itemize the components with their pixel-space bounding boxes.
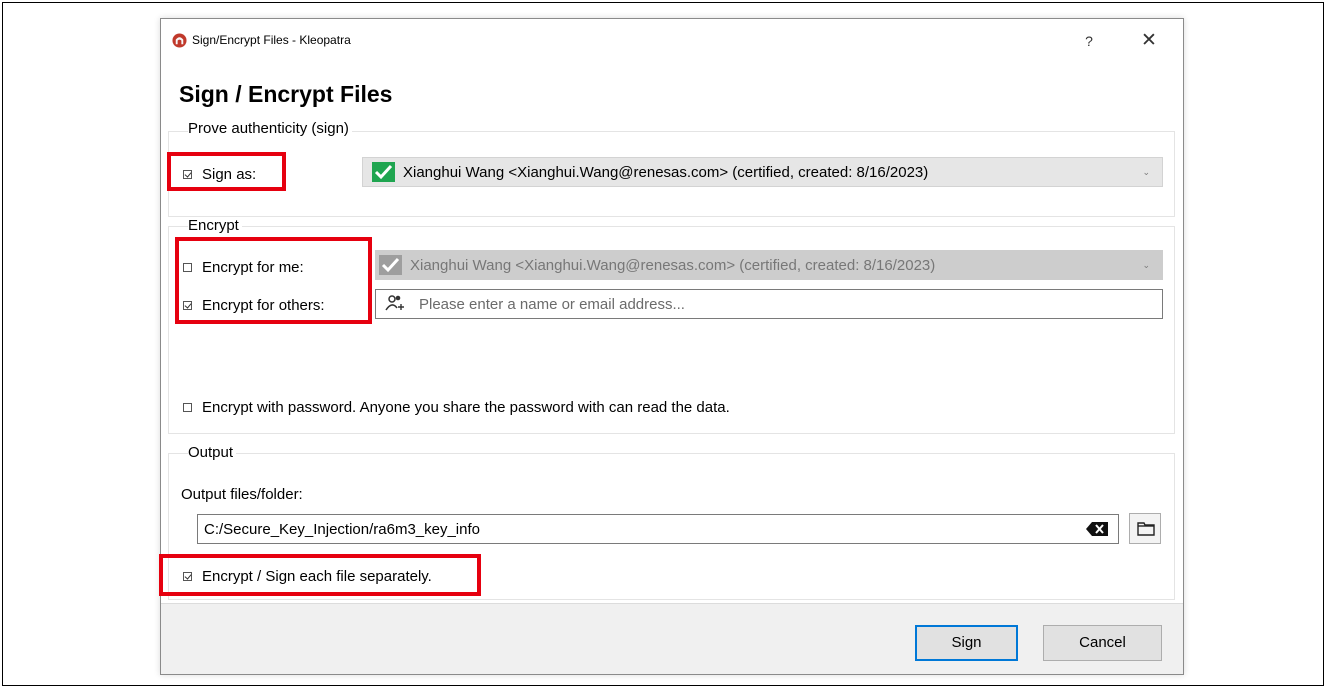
cancel-button[interactable]: Cancel: [1043, 625, 1162, 661]
close-button[interactable]: ✕: [1131, 27, 1167, 55]
encrypt-with-password-checkbox-row[interactable]: Encrypt with password. Anyone you share …: [183, 399, 730, 416]
chevron-down-icon: ⌄: [1142, 260, 1150, 270]
recipient-placeholder: Please enter a name or email address...: [419, 295, 685, 313]
output-folder-input[interactable]: C:/Secure_Key_Injection/ra6m3_key_info: [197, 514, 1119, 544]
encrypt-with-password-label: Encrypt with password. Anyone you share …: [202, 399, 730, 416]
encrypt-for-me-value: Xianghui Wang <Xianghui.Wang@renesas.com…: [410, 256, 936, 274]
title-bar: Sign/Encrypt Files - Kleopatra ? ✕: [161, 19, 1183, 59]
certified-check-icon: [379, 255, 402, 275]
folder-icon: [1137, 522, 1155, 536]
highlight-sign-as: [167, 152, 286, 191]
help-button[interactable]: ?: [1071, 27, 1107, 55]
sign-group-title: Prove authenticity (sign): [188, 120, 352, 137]
output-folder-value: C:/Secure_Key_Injection/ra6m3_key_info: [204, 520, 480, 538]
clear-text-icon[interactable]: [1086, 522, 1108, 536]
chevron-down-icon: ⌄: [1142, 167, 1150, 177]
sign-as-certificate-select[interactable]: Xianghui Wang <Xianghui.Wang@renesas.com…: [362, 157, 1163, 187]
window-title: Sign/Encrypt Files - Kleopatra: [192, 33, 351, 47]
page-title: Sign / Encrypt Files: [179, 81, 393, 107]
highlight-encrypt-options: [175, 237, 372, 324]
certified-check-icon: [372, 162, 395, 182]
output-group-title: Output: [188, 444, 237, 461]
highlight-encrypt-separately: [159, 554, 481, 596]
add-recipient-icon: [385, 295, 404, 311]
sign-button[interactable]: Sign: [915, 625, 1018, 661]
encrypt-with-password-checkbox[interactable]: [183, 403, 192, 412]
sign-group: Prove authenticity (sign) Sign as: Xiang…: [168, 120, 1175, 217]
recipient-search-input[interactable]: Please enter a name or email address...: [375, 289, 1163, 319]
encrypt-for-me-certificate-select: Xianghui Wang <Xianghui.Wang@renesas.com…: [375, 250, 1163, 280]
encrypt-group-title: Encrypt: [188, 217, 242, 234]
browse-folder-button[interactable]: [1129, 513, 1161, 544]
button-bar: Sign Cancel: [161, 603, 1183, 674]
kleopatra-app-icon: [172, 33, 187, 48]
sign-as-value: Xianghui Wang <Xianghui.Wang@renesas.com…: [403, 163, 929, 181]
output-folder-label: Output files/folder:: [181, 486, 303, 503]
